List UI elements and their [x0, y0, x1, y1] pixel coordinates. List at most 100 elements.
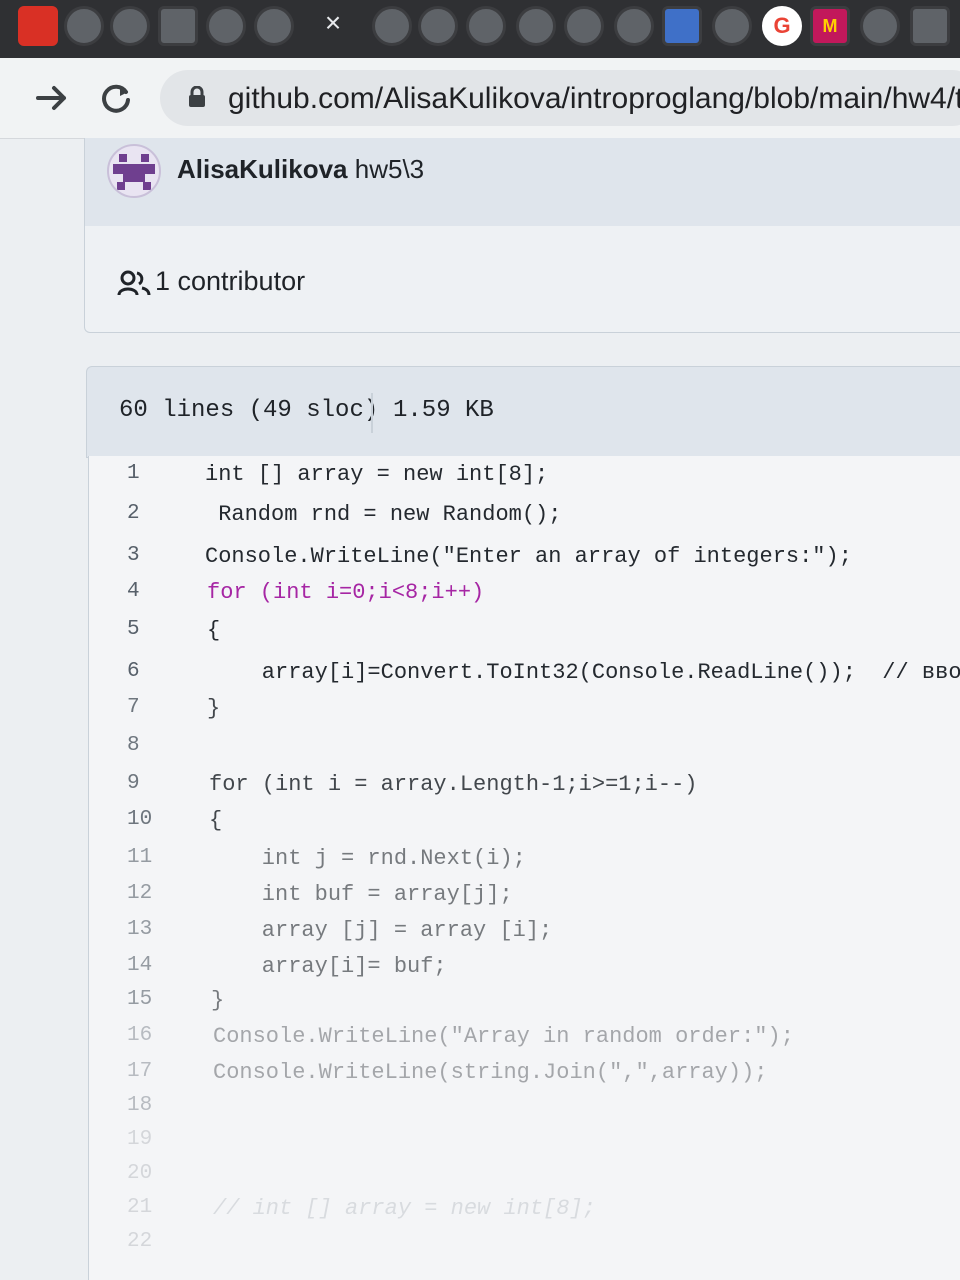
github-tab-icon[interactable]: [860, 6, 900, 46]
line-number[interactable]: 9: [127, 772, 187, 795]
line-number[interactable]: 2: [127, 502, 187, 525]
code-text: Console.WriteLine("Array in random order…: [213, 1024, 794, 1049]
line-number[interactable]: 5: [127, 618, 187, 641]
code-line: 5 {: [89, 618, 960, 654]
github-tab-icon[interactable]: [64, 6, 104, 46]
line-number[interactable]: 11: [127, 846, 187, 869]
tab-strip: × G M: [0, 0, 960, 58]
code-line: 17 Console.WriteLine(string.Join(",",arr…: [89, 1060, 960, 1096]
code-text: }: [207, 696, 221, 721]
code-line: 16 Console.WriteLine("Array in random or…: [89, 1024, 960, 1060]
document-tab-icon[interactable]: [158, 6, 198, 46]
file-info-header: 60 lines (49 sloc) 1.59 KB: [86, 366, 960, 458]
github-tab-icon[interactable]: [466, 6, 506, 46]
code-text: // int [] array = new int[8];: [213, 1196, 596, 1221]
line-number[interactable]: 21: [127, 1196, 187, 1219]
code-text: array[i]=Convert.ToInt32(Console.ReadLin…: [209, 660, 960, 685]
line-number[interactable]: 17: [127, 1060, 187, 1083]
avatar[interactable]: [107, 144, 161, 198]
youtube-tab-icon[interactable]: [18, 6, 58, 46]
code-line: 18: [89, 1094, 960, 1130]
globe-tab-icon[interactable]: [254, 6, 294, 46]
line-number[interactable]: 6: [127, 660, 187, 683]
code-line: 1 int [] array = new int[8];: [89, 462, 960, 498]
code-text: Console.WriteLine("Enter an array of int…: [205, 544, 852, 569]
commit-summary: AlisaKulikova hw5\3: [177, 154, 424, 185]
code-line: 12 int buf = array[j];: [89, 882, 960, 918]
commit-message[interactable]: hw5\3: [355, 154, 424, 184]
code-line: 22: [89, 1230, 960, 1266]
search-tab-icon[interactable]: [910, 6, 950, 46]
line-number[interactable]: 14: [127, 954, 187, 977]
google-tab-icon[interactable]: G: [762, 6, 802, 46]
code-line: 7 }: [89, 696, 960, 732]
code-text: {: [209, 808, 223, 833]
github-tab-icon[interactable]: [614, 6, 654, 46]
close-tab-icon[interactable]: ×: [316, 6, 350, 40]
latest-commit-box: AlisaKulikova hw5\3: [84, 138, 960, 227]
line-number[interactable]: 12: [127, 882, 187, 905]
line-number[interactable]: 1: [127, 462, 187, 485]
line-number[interactable]: 4: [127, 580, 187, 603]
code-line: 15 }: [89, 988, 960, 1024]
code-text: array[i]= buf;: [209, 954, 447, 979]
code-line: 8: [89, 734, 960, 770]
header-divider: [371, 393, 373, 433]
reload-icon[interactable]: [96, 78, 136, 118]
code-text: array [j] = array [i];: [209, 918, 553, 943]
code-text: Console.WriteLine(string.Join(",",array)…: [213, 1060, 768, 1085]
people-icon: [117, 270, 151, 296]
globe-tab-icon[interactable]: [206, 6, 246, 46]
line-number[interactable]: 15: [127, 988, 187, 1011]
mail-tab-icon[interactable]: M: [810, 6, 850, 46]
code-text: int j = rnd.Next(i);: [209, 846, 526, 871]
code-line: 3 Console.WriteLine("Enter an array of i…: [89, 544, 960, 580]
code-line: 6 array[i]=Convert.ToInt32(Console.ReadL…: [89, 660, 960, 696]
code-line: 4 for (int i=0;i<8;i++): [89, 580, 960, 616]
github-tab-icon[interactable]: [418, 6, 458, 46]
code-line: 2 Random rnd = new Random();: [89, 502, 960, 538]
code-text: }: [211, 988, 225, 1013]
line-number[interactable]: 20: [127, 1162, 187, 1185]
docs-tab-icon[interactable]: [662, 6, 702, 46]
line-number[interactable]: 19: [127, 1128, 187, 1151]
code-line: 14 array[i]= buf;: [89, 954, 960, 990]
contributors-box: 1 contributor: [84, 226, 960, 333]
address-bar[interactable]: github.com/AlisaKulikova/introproglang/b…: [160, 70, 960, 126]
github-tab-icon[interactable]: [516, 6, 556, 46]
contributors-label[interactable]: 1 contributor: [155, 266, 305, 297]
browser-toolbar: github.com/AlisaKulikova/introproglang/b…: [0, 58, 960, 139]
code-text: {: [207, 618, 221, 643]
line-number[interactable]: 16: [127, 1024, 187, 1047]
url-text[interactable]: github.com/AlisaKulikova/introproglang/b…: [228, 82, 960, 116]
github-tab-icon[interactable]: [564, 6, 604, 46]
line-number[interactable]: 13: [127, 918, 187, 941]
line-number[interactable]: 22: [127, 1230, 187, 1253]
code-line: 20: [89, 1162, 960, 1198]
github-tab-icon[interactable]: [712, 6, 752, 46]
code-line: 13 array [j] = array [i];: [89, 918, 960, 954]
line-number[interactable]: 18: [127, 1094, 187, 1117]
forward-arrow-icon[interactable]: [32, 78, 72, 118]
line-number[interactable]: 8: [127, 734, 187, 757]
code-text: int [] array = new int[8];: [205, 462, 549, 487]
lock-icon[interactable]: [188, 85, 206, 108]
line-number[interactable]: 3: [127, 544, 187, 567]
code-text: int buf = array[j];: [209, 882, 513, 907]
file-line-count: 60 lines (49 sloc): [119, 397, 379, 424]
code-line: 10 {: [89, 808, 960, 844]
commit-author-link[interactable]: AlisaKulikova: [177, 154, 348, 184]
code-line: 11 int j = rnd.Next(i);: [89, 846, 960, 882]
code-line: 19: [89, 1128, 960, 1164]
code-line: 21 // int [] array = new int[8];: [89, 1196, 960, 1232]
code-text: Random rnd = new Random();: [205, 502, 562, 527]
code-viewer[interactable]: 1 int [] array = new int[8]; 2 Random rn…: [88, 456, 960, 1280]
code-text: for (int i = array.Length-1;i>=1;i--): [209, 772, 698, 797]
github-tab-icon[interactable]: [372, 6, 412, 46]
github-tab-icon[interactable]: [110, 6, 150, 46]
line-number[interactable]: 7: [127, 696, 187, 719]
file-size: 1.59 KB: [393, 397, 494, 424]
code-line: 9 for (int i = array.Length-1;i>=1;i--): [89, 772, 960, 808]
code-text: for (int i=0;i<8;i++): [207, 580, 485, 605]
line-number[interactable]: 10: [127, 808, 187, 831]
